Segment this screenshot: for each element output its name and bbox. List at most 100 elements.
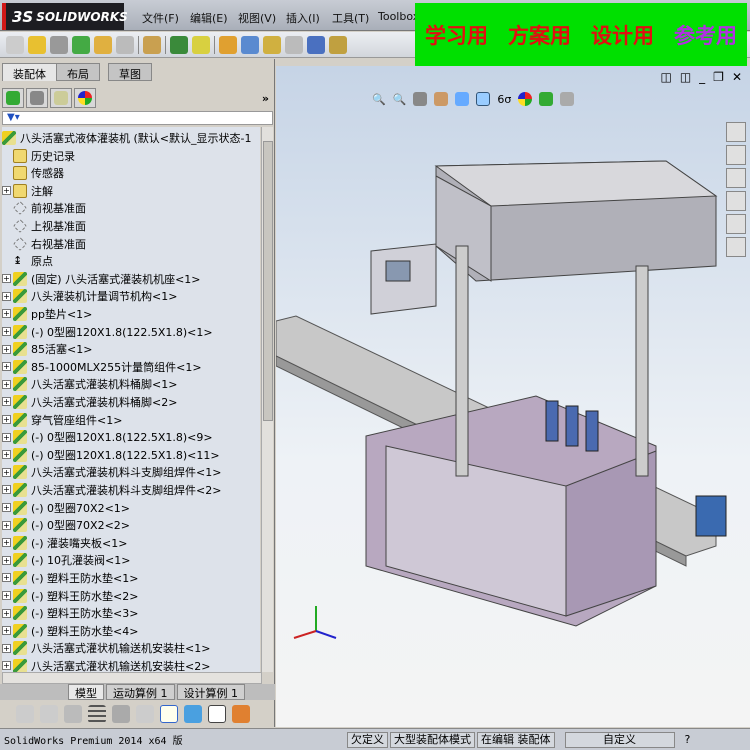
tree-item[interactable]: + (-) 10孔灌装阀<1> bbox=[2, 552, 130, 569]
configuration-manager-icon[interactable] bbox=[50, 88, 72, 108]
menu-toolbox[interactable]: Toolbox bbox=[378, 10, 419, 23]
new-part-icon[interactable] bbox=[6, 35, 24, 54]
tree-item[interactable]: + (-) 0型圈120X1.8(122.5X1.8)<9> bbox=[2, 429, 213, 446]
scroll-thumb[interactable] bbox=[263, 141, 273, 421]
expand-toggle-icon[interactable]: + bbox=[2, 397, 11, 407]
tree-item[interactable]: 历史记录 bbox=[2, 147, 75, 164]
feature-manager-icon[interactable] bbox=[2, 88, 24, 108]
expand-toggle-icon[interactable]: + bbox=[2, 503, 11, 512]
tree-item[interactable]: + 八头活塞式灌装机料桶脚<2> bbox=[2, 393, 177, 410]
status-help-icon[interactable]: ? bbox=[685, 733, 691, 746]
tree-item[interactable]: + 八头活塞式灌装机料桶脚<1> bbox=[2, 376, 177, 393]
expand-toggle-icon[interactable]: + bbox=[2, 485, 11, 495]
menu-insert[interactable]: 插入(I) bbox=[286, 10, 320, 26]
explode-line-icon[interactable] bbox=[285, 35, 303, 54]
tree-horizontal-scrollbar[interactable] bbox=[2, 672, 262, 684]
3d-view-icon[interactable] bbox=[184, 705, 202, 723]
rebuild-icon[interactable] bbox=[64, 705, 82, 723]
tree-root[interactable]: 八头活塞式液体灌装机 (默认<默认_显示状态-1 bbox=[2, 129, 251, 146]
expand-toggle-icon[interactable]: + bbox=[2, 555, 11, 565]
mate-icon[interactable] bbox=[50, 35, 68, 54]
status-custom-units[interactable]: 自定义 bbox=[564, 731, 675, 748]
menu-edit[interactable]: 编辑(E) bbox=[190, 10, 228, 26]
tree-filter[interactable]: ▼▾ bbox=[2, 111, 273, 125]
expand-toggle-icon[interactable]: + bbox=[2, 591, 11, 600]
solidworks-logo[interactable]: 3S SOLIDWORKS bbox=[2, 3, 128, 30]
tree-item[interactable]: + (-) 灌装嘴夹板<1> bbox=[2, 534, 127, 551]
tree-item[interactable]: + (-) 塑料王防水垫<4> bbox=[2, 622, 138, 639]
expand-toggle-icon[interactable]: + bbox=[2, 467, 11, 477]
tree-item[interactable]: + (-) 塑料王防水垫<2> bbox=[2, 587, 138, 604]
coordinate-icon[interactable] bbox=[160, 705, 178, 723]
move-component-icon[interactable] bbox=[116, 35, 134, 54]
expand-toggle-icon[interactable]: + bbox=[2, 520, 11, 530]
assembly-features-icon[interactable] bbox=[170, 35, 188, 54]
tree-item[interactable]: +85活塞<1> bbox=[2, 341, 92, 358]
table-icon[interactable] bbox=[208, 705, 226, 723]
expand-toggle-icon[interactable]: + bbox=[2, 643, 11, 653]
expand-toggle-icon[interactable]: + bbox=[2, 626, 11, 636]
tab-layout[interactable]: 布局 bbox=[56, 63, 100, 81]
expand-toggle-icon[interactable]: + bbox=[2, 309, 11, 319]
tree-item[interactable]: 前视基准面 bbox=[2, 200, 86, 217]
display-manager-icon[interactable] bbox=[74, 88, 96, 108]
tree-item[interactable]: + (-) 0型圈120X1.8(122.5X1.8)<11> bbox=[2, 446, 220, 463]
tree-item[interactable]: + 穿气管座组件<1> bbox=[2, 411, 122, 428]
property-manager-icon[interactable] bbox=[26, 88, 48, 108]
tree-item[interactable]: + (-) 0型圈70X2<1> bbox=[2, 499, 130, 516]
expand-toggle-icon[interactable]: + bbox=[2, 327, 11, 336]
expand-toggle-icon[interactable]: + bbox=[2, 573, 11, 583]
expand-toggle-icon[interactable]: + bbox=[2, 186, 11, 196]
tree-item[interactable]: + 八头活塞式灌状机输送机安装柱<1> bbox=[2, 640, 210, 657]
tree-item[interactable]: + 八头活塞式灌装机料斗支脚组焊件<2> bbox=[2, 481, 221, 498]
tree-item[interactable]: + (-) 塑料王防水垫<3> bbox=[2, 605, 138, 622]
tree-item[interactable]: + (-) 0型圈120X1.8(122.5X1.8)<1> bbox=[2, 323, 213, 340]
tree-item[interactable]: ↨ 原点 bbox=[2, 253, 53, 270]
insert-component-icon[interactable] bbox=[28, 35, 46, 54]
menu-file[interactable]: 文件(F) bbox=[142, 10, 179, 26]
show-hidden-icon[interactable] bbox=[143, 35, 161, 54]
tab-assembly[interactable]: 装配体 bbox=[2, 63, 57, 81]
bill-of-materials-icon[interactable] bbox=[241, 35, 259, 54]
tree-item[interactable]: + 八头活塞式灌状机输送机安装柱<2> bbox=[2, 657, 210, 672]
tree-item[interactable]: +85-1000MLX255计量筒组件<1> bbox=[2, 358, 202, 375]
expand-toggle-icon[interactable]: + bbox=[2, 432, 11, 442]
tree-item[interactable]: + 八头活塞式灌装机料斗支脚组焊件<1> bbox=[2, 464, 221, 481]
tree-item[interactable]: + (固定) 八头活塞式灌装机机座<1> bbox=[2, 270, 201, 287]
expand-toggle-icon[interactable]: + bbox=[2, 291, 11, 301]
list-icon[interactable] bbox=[88, 705, 106, 723]
tab-sketch[interactable]: 草图 bbox=[108, 63, 152, 81]
tree-item[interactable]: + pp垫片<1> bbox=[2, 305, 92, 322]
tab-design-study[interactable]: 设计算例 1 bbox=[176, 684, 245, 700]
new-motion-study-icon[interactable] bbox=[219, 35, 237, 54]
expand-toggle-icon[interactable]: + bbox=[2, 608, 11, 618]
expand-panel-icon[interactable]: » bbox=[262, 92, 269, 105]
graphics-area[interactable]: ◫ ◫ _ ❐ ✕ 🔍 🔍 6σ bbox=[276, 66, 750, 727]
exploded-view-icon[interactable] bbox=[263, 35, 281, 54]
tab-motion-study[interactable]: 运动算例 1 bbox=[106, 684, 175, 700]
3d-model-filling-machine[interactable] bbox=[276, 66, 750, 727]
interference-icon[interactable] bbox=[307, 35, 325, 54]
expand-toggle-icon[interactable]: + bbox=[2, 450, 11, 460]
menu-view[interactable]: 视图(V) bbox=[238, 10, 276, 26]
linear-pattern-icon[interactable] bbox=[72, 35, 90, 54]
tree-item[interactable]: 传感器 bbox=[2, 165, 64, 182]
swap-icon[interactable] bbox=[136, 705, 154, 723]
tree-item[interactable]: 右视基准面 bbox=[2, 235, 86, 252]
expand-toggle-icon[interactable]: + bbox=[2, 344, 11, 354]
expand-toggle-icon[interactable]: + bbox=[2, 379, 11, 389]
clearance-icon[interactable] bbox=[329, 35, 347, 54]
expand-toggle-icon[interactable]: + bbox=[2, 415, 11, 424]
tree-vertical-scrollbar[interactable] bbox=[261, 127, 273, 672]
grid-icon[interactable] bbox=[112, 705, 130, 723]
expand-toggle-icon[interactable]: + bbox=[2, 538, 11, 548]
tree-item[interactable]: + 八头灌装机计量调节机构<1> bbox=[2, 288, 177, 305]
tree-item[interactable]: + (-) 塑料王防水垫<1> bbox=[2, 569, 138, 586]
tree-item[interactable]: + 注解 bbox=[2, 182, 53, 199]
status-large-assembly-mode[interactable]: 大型装配体模式 bbox=[390, 731, 475, 748]
menu-tools[interactable]: 工具(T) bbox=[332, 10, 369, 26]
smart-fasteners-icon[interactable] bbox=[94, 35, 112, 54]
appearance-icon[interactable] bbox=[232, 705, 250, 723]
tree-item[interactable]: 上视基准面 bbox=[2, 217, 86, 234]
expand-toggle-icon[interactable]: + bbox=[2, 274, 11, 284]
